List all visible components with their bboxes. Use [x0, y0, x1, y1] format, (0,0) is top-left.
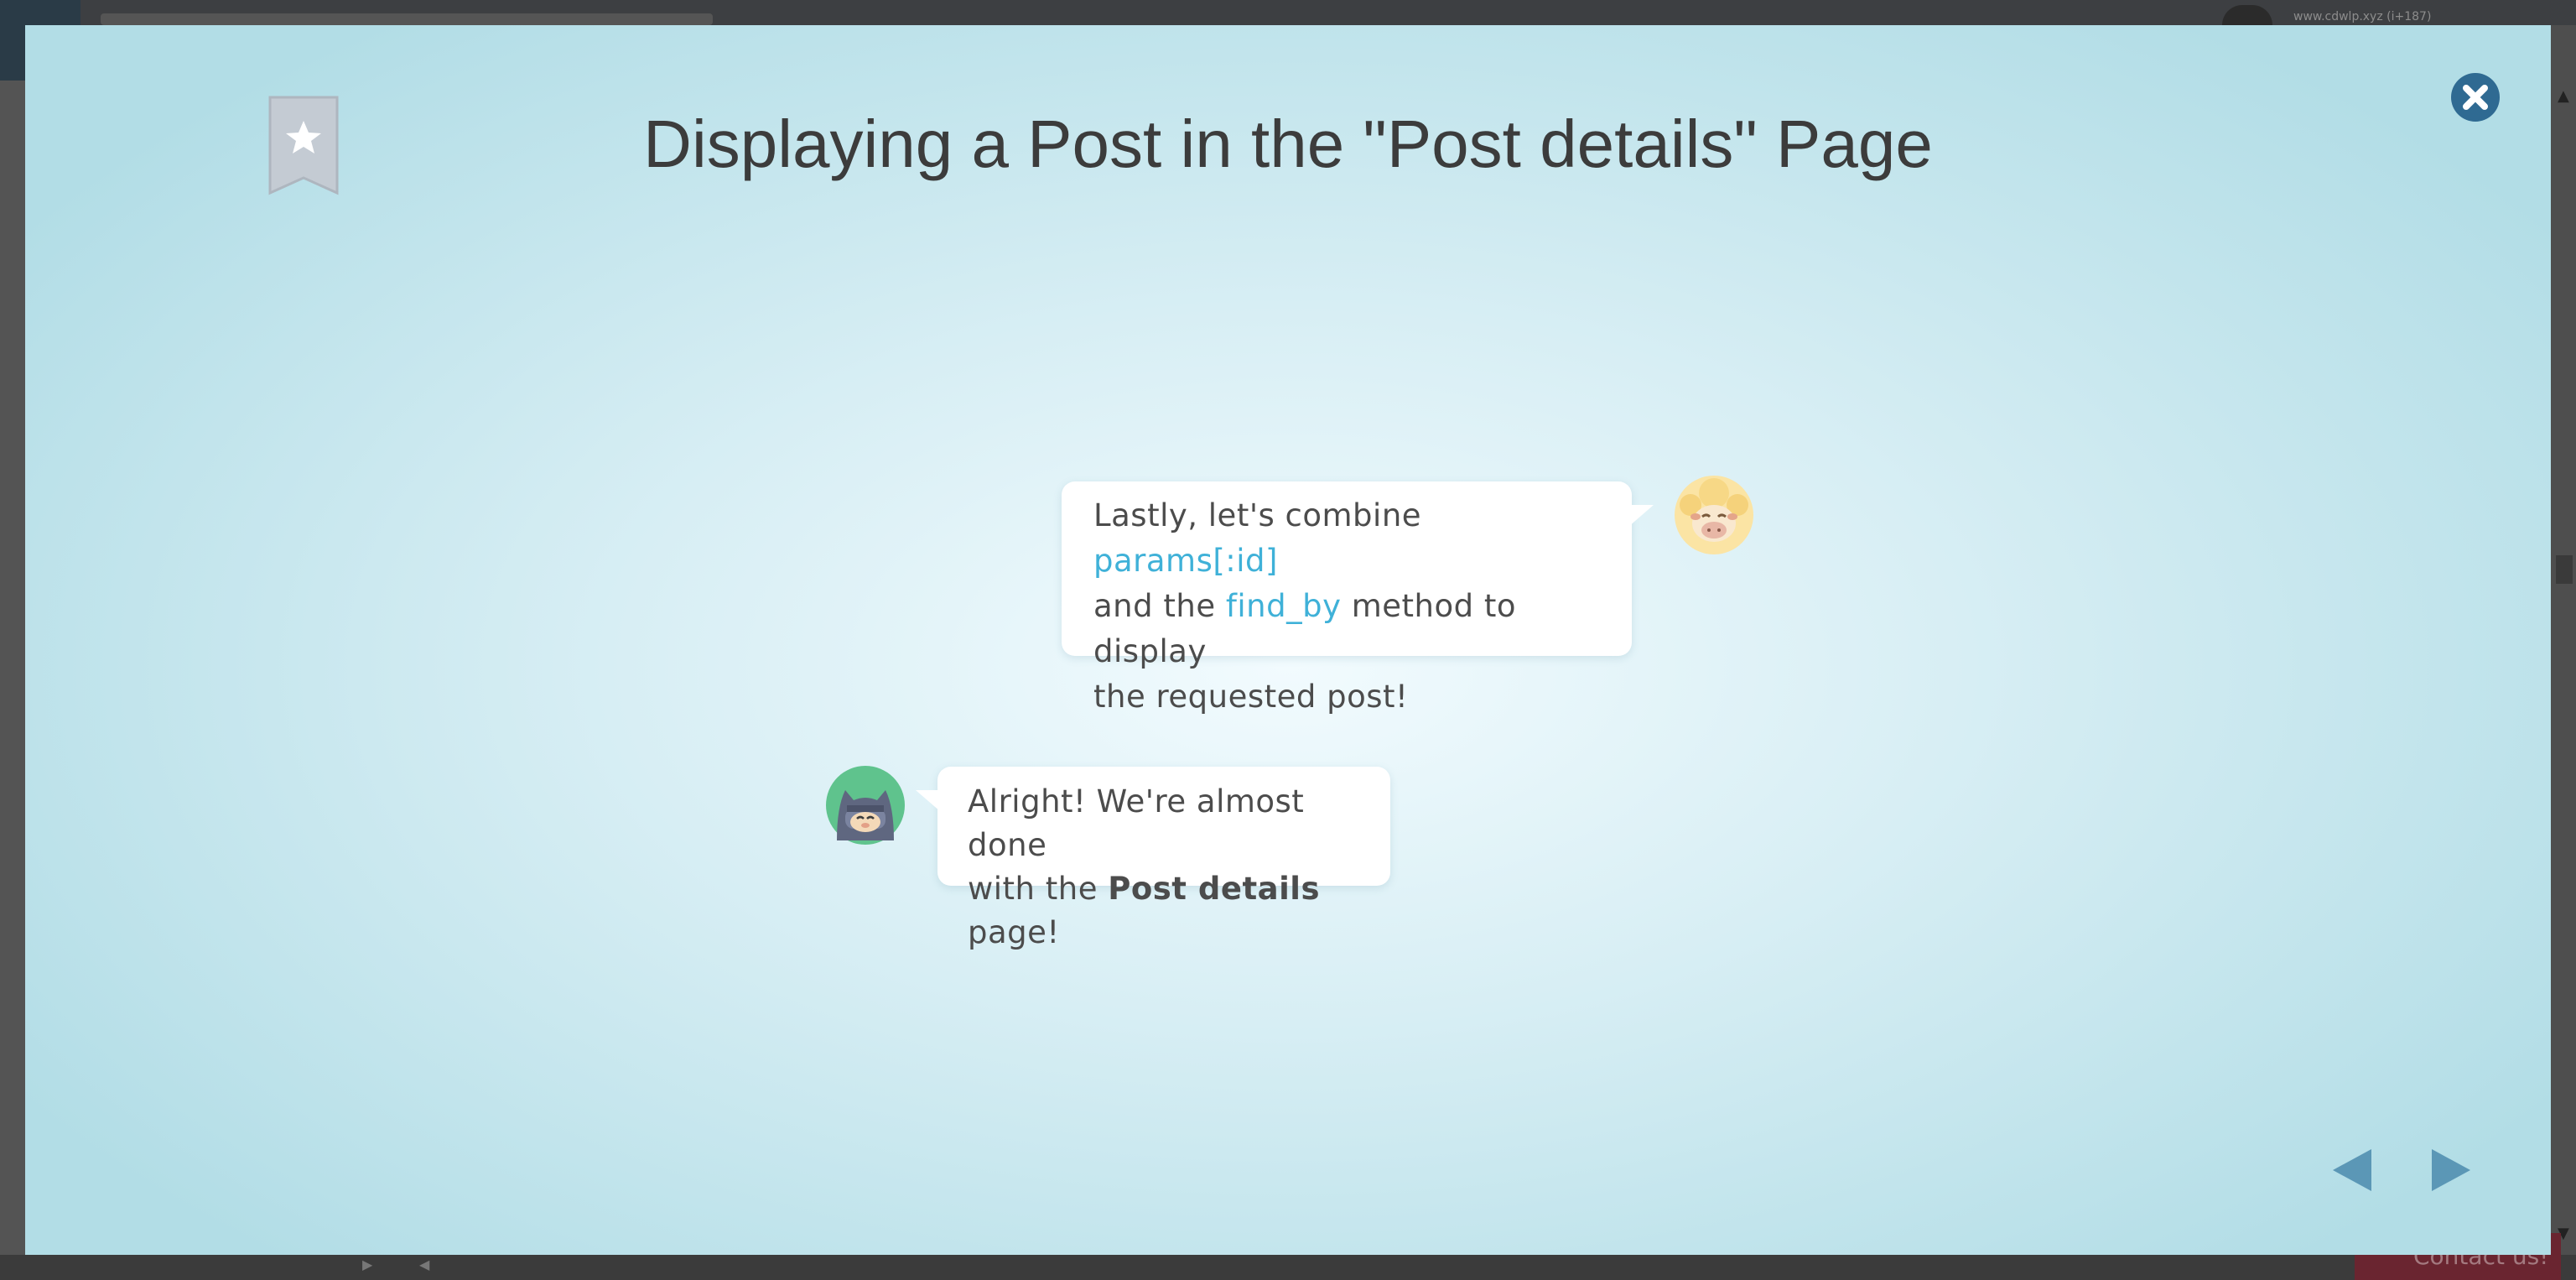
code-term: find_by: [1225, 588, 1342, 624]
bubble-line: and the find_by method to display: [1093, 584, 1607, 674]
bubble-line: Lastly, let's combine params[:id]: [1093, 493, 1607, 584]
bubble-line: Alright! We're almost done: [968, 783, 1305, 863]
bubble-line: with the Post details page!: [968, 867, 1374, 955]
ninja-avatar-icon: [826, 766, 905, 845]
background-search-bar: [101, 13, 713, 25]
speech-bubble-sheep: Lastly, let's combine params[:id] and th…: [1062, 481, 1654, 715]
slide-modal: Displaying a Post in the "Post details" …: [25, 25, 2551, 1255]
background-left-panel: [0, 81, 25, 1255]
next-slide-button[interactable]: [2427, 1141, 2477, 1199]
text-segment: with the: [968, 871, 1109, 907]
scroll-up-icon: ▲: [2558, 87, 2569, 105]
bubble-line: the requested post!: [1093, 679, 1409, 715]
scrollbar-thumb: [2556, 555, 2573, 584]
slide-title: Displaying a Post in the "Post details" …: [643, 107, 1933, 181]
scroll-right-icon: ▶: [362, 1257, 373, 1272]
text-segment: Lastly, let's combine: [1093, 497, 1422, 533]
previous-slide-button[interactable]: [2326, 1141, 2376, 1199]
close-icon[interactable]: [2450, 72, 2501, 122]
speech-bubble-ninja: Alright! We're almost done with the Post…: [916, 767, 1390, 950]
emphasis-term: Post details: [1108, 871, 1321, 907]
background-user-label: www.cdwlp.xyz (i+187): [2293, 10, 2432, 23]
background-bottom-bar: [0, 1255, 2576, 1280]
text-segment: page!: [968, 914, 1060, 950]
text-segment: and the: [1093, 588, 1226, 624]
scroll-left-icon: ◀: [419, 1257, 430, 1272]
sheep-avatar-icon: [1675, 476, 1753, 554]
background-scrollbar: [2551, 25, 2576, 1258]
code-term: params[:id]: [1093, 543, 1278, 579]
